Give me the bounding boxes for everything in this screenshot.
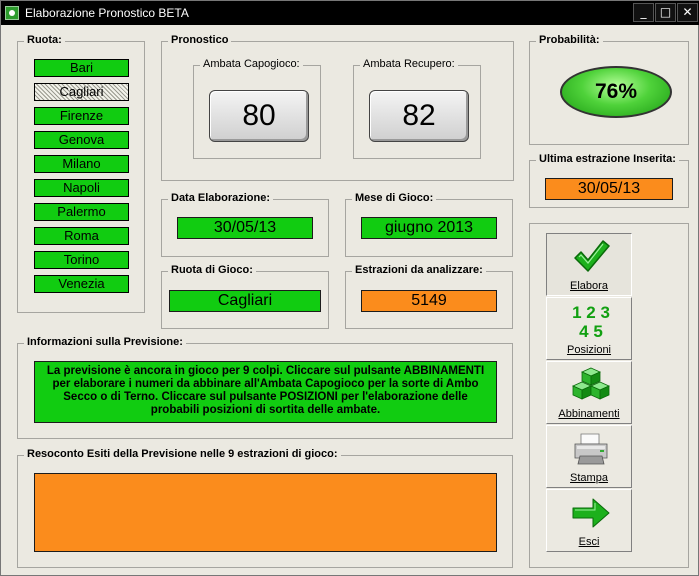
estrazioni-legend: Estrazioni da analizzare: [352,264,486,276]
cubes-icon [572,367,610,400]
app-icon [5,6,19,20]
stampa-label: Stampa [570,472,608,484]
recupero-legend: Ambata Recupero: [360,58,458,70]
window-title: Elaborazione Pronostico BETA [25,6,189,20]
title-bar: Elaborazione Pronostico BETA _ □ ✕ [1,1,699,25]
probabilita-badge: 76% [560,66,672,118]
ultima-estrazione-field: 30/05/13 [545,178,673,200]
maximize-button[interactable]: □ [655,3,676,22]
numbers-icon: 1 2 3 4 5 [572,303,610,340]
numbers-icon-bottom: 4 5 [579,322,603,340]
esci-label: Esci [578,536,600,548]
posizioni-label: Posizioni [566,344,612,356]
estrazioni-field: 5149 [361,290,497,312]
data-elaborazione-legend: Data Elaborazione: [168,192,274,204]
ruota-group: Ruota: [17,34,145,313]
ruota-bari-button[interactable]: Bari [34,59,129,77]
ruota-gioco-field: Cagliari [169,290,321,312]
ruota-venezia-button[interactable]: Venezia [34,275,129,293]
printer-icon [574,433,608,465]
abbinamenti-button[interactable]: Abbinamenti [546,361,632,424]
minimize-button[interactable]: _ [633,3,654,22]
ultima-estrazione-legend: Ultima estrazione Inserita: [536,153,679,165]
informazioni-line: per elaborare i numeri da abbinare all'A… [52,378,479,390]
ruota-legend: Ruota: [24,34,65,46]
ruota-firenze-button[interactable]: Firenze [34,107,129,125]
ruota-gioco-legend: Ruota di Gioco: [168,264,256,276]
informazioni-line: La previsione è ancora in gioco per 9 co… [46,365,485,377]
ruota-napoli-button[interactable]: Napoli [34,179,129,197]
posizioni-button[interactable]: 1 2 3 4 5 Posizioni [546,297,632,360]
ruota-palermo-button[interactable]: Palermo [34,203,129,221]
capogioco-legend: Ambata Capogioco: [200,58,303,70]
checkmark-icon [574,240,610,272]
close-button[interactable]: ✕ [677,3,698,22]
mese-gioco-field: giugno 2013 [361,217,497,239]
pronostico-legend: Pronostico [168,34,232,46]
resoconto-legend: Resoconto Esiti della Previsione nelle 9… [24,448,341,460]
ambata-capogioco-display: 80 [209,90,309,142]
informazioni-legend: Informazioni sulla Previsione: [24,336,186,348]
informazioni-line: Secco o di Terno. Cliccare sul pulsante … [63,391,468,403]
numbers-icon-top: 1 2 3 [572,303,610,322]
main-window: Elaborazione Pronostico BETA _ □ ✕ Ruota… [0,0,699,576]
stampa-button[interactable]: Stampa [546,425,632,488]
probabilita-legend: Probabilità: [536,34,603,46]
ruota-torino-button[interactable]: Torino [34,251,129,269]
ruota-roma-button[interactable]: Roma [34,227,129,245]
esci-button[interactable]: Esci [546,489,632,552]
ruota-cagliari-button[interactable]: Cagliari [34,83,129,101]
elabora-button[interactable]: Elabora [546,233,632,296]
elabora-label: Elabora [570,280,608,292]
data-elaborazione-field: 30/05/13 [177,217,313,239]
ruota-genova-button[interactable]: Genova [34,131,129,149]
mese-gioco-legend: Mese di Gioco: [352,192,437,204]
arrow-right-icon [572,498,610,528]
informazioni-line: probabili posizioni di sortita delle amb… [150,404,381,416]
informazioni-text: La previsione è ancora in gioco per 9 co… [34,361,497,423]
ruota-milano-button[interactable]: Milano [34,155,129,173]
ambata-recupero-display: 82 [369,90,469,142]
resoconto-area [34,473,497,552]
abbinamenti-label: Abbinamenti [558,408,620,420]
